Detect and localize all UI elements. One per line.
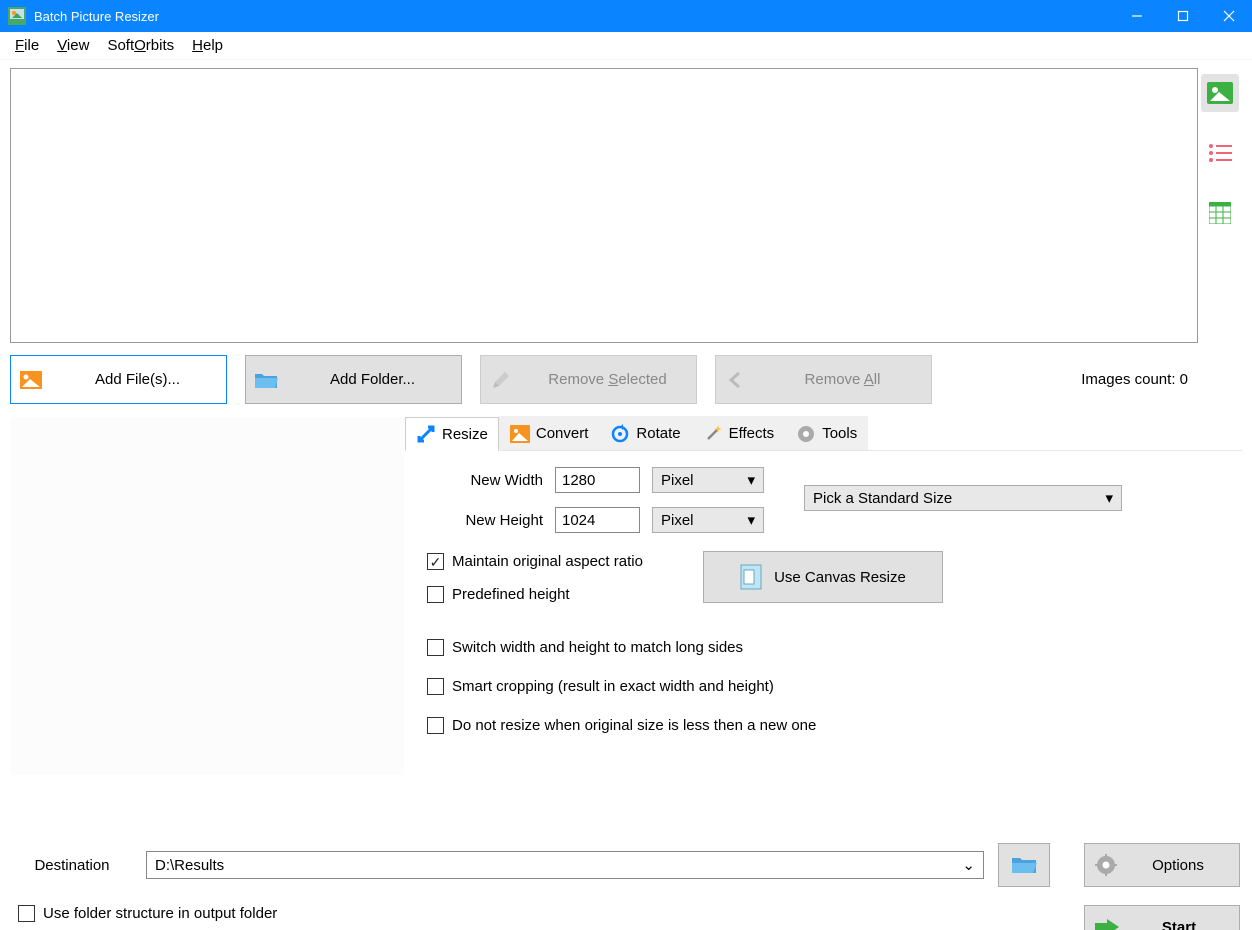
preview-pane [10,416,405,776]
no-resize-smaller-checkbox[interactable] [427,717,444,734]
rotate-icon [610,424,630,444]
chevron-down-icon: ⌄ [962,856,975,874]
view-list-button[interactable] [1201,134,1239,172]
tab-tools[interactable]: Tools [785,416,868,450]
maintain-ratio-label: Maintain original aspect ratio [452,553,643,570]
play-arrow-icon [1095,917,1119,930]
standard-size-select[interactable]: Pick a Standard Size ▾ [804,485,1122,511]
chevron-down-icon: ▾ [747,511,755,529]
tab-effects[interactable]: Effects [692,416,786,450]
wand-icon [703,424,723,444]
tab-convert[interactable]: Convert [499,416,600,450]
tab-rotate[interactable]: Rotate [599,416,691,450]
add-files-button[interactable]: Add File(s)... [10,355,227,404]
predefined-height-checkbox[interactable] [427,586,444,603]
switch-wh-label: Switch width and height to match long si… [452,639,743,656]
use-folder-structure-label: Use folder structure in output folder [43,905,277,922]
minimize-button[interactable] [1114,0,1160,32]
menu-help[interactable]: Help [183,34,232,57]
new-height-label: New Height [423,512,543,529]
resize-icon [416,424,436,444]
height-unit-select[interactable]: Pixel ▾ [652,507,764,533]
titlebar: Batch Picture Resizer [0,0,1252,32]
image-list-canvas[interactable] [10,68,1198,343]
menu-softorbits[interactable]: SoftOrbits [98,34,183,57]
browse-folder-button[interactable] [998,843,1050,887]
use-folder-structure-checkbox[interactable] [18,905,35,922]
menu-view[interactable]: View [48,34,98,57]
remove-selected-button: Remove Selected [480,355,697,404]
remove-all-button: Remove All [715,355,932,404]
canvas-resize-button[interactable]: Use Canvas Resize [703,551,943,603]
destination-select[interactable]: D:\Results ⌄ [146,851,984,879]
gear-icon [1095,854,1117,876]
app-icon [8,7,26,25]
add-folder-button[interactable]: Add Folder... [245,355,462,404]
back-arrow-icon [722,371,750,389]
window-title: Batch Picture Resizer [34,9,1114,24]
menu-file[interactable]: File [6,34,48,57]
chevron-down-icon: ▾ [747,471,755,489]
convert-icon [510,425,530,443]
gear-icon [796,424,816,444]
close-button[interactable] [1206,0,1252,32]
folder-open-icon [1011,855,1037,875]
view-grid-button[interactable] [1201,194,1239,232]
predefined-height-label: Predefined height [452,586,570,603]
broom-icon [487,370,515,390]
folder-icon [252,371,280,389]
canvas-icon [740,564,762,590]
view-thumbnails-button[interactable] [1201,74,1239,112]
images-count-label: Images count: 0 [1081,371,1242,388]
start-button[interactable]: Start [1084,905,1240,930]
new-width-label: New Width [423,472,543,489]
smart-crop-checkbox[interactable] [427,678,444,695]
maximize-button[interactable] [1160,0,1206,32]
no-resize-smaller-label: Do not resize when original size is less… [452,717,816,734]
destination-label: Destination [12,857,132,874]
new-height-input[interactable] [555,507,640,533]
tab-resize[interactable]: Resize [405,417,499,451]
image-icon [17,371,45,389]
switch-wh-checkbox[interactable] [427,639,444,656]
new-width-input[interactable] [555,467,640,493]
smart-crop-label: Smart cropping (result in exact width an… [452,678,774,695]
options-button[interactable]: Options [1084,843,1240,887]
maintain-ratio-checkbox[interactable] [427,553,444,570]
chevron-down-icon: ▾ [1105,489,1113,507]
tab-strip: Resize Convert Rotate Effects Tools [405,416,1242,451]
menubar: File View SoftOrbits Help [0,32,1252,60]
width-unit-select[interactable]: Pixel ▾ [652,467,764,493]
